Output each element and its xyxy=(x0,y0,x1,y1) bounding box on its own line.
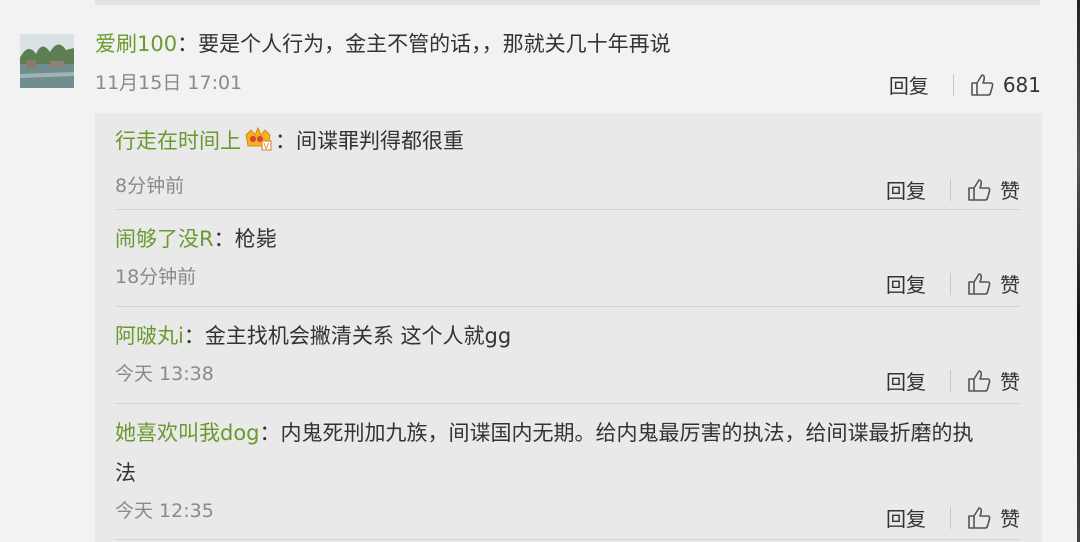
reply-line: 闹够了没R：枪毙 xyxy=(115,219,1020,259)
svg-text:V: V xyxy=(264,142,270,151)
reply-text: 内鬼死刑加九族，间谍国内无期。给内鬼最厉害的执法，给间谍最折磨的执 xyxy=(280,421,974,445)
reply-time: 今天 13:38 xyxy=(115,363,214,385)
action-divider xyxy=(950,506,951,529)
reply-text: 间谍罪判得都很重 xyxy=(296,129,464,153)
reply-username[interactable]: 行走在时间上 xyxy=(115,129,241,153)
list-item: 闹够了没R：枪毙 18分钟前 回复 赞 xyxy=(115,219,1020,307)
thumbs-up-icon[interactable] xyxy=(967,506,992,530)
main-comment-line: 爱刷100：要是个人行为，金主不管的话，，那就关几十年再说 xyxy=(95,30,671,58)
reply-time: 8分钟前 xyxy=(115,175,185,197)
reply-text: 枪毙 xyxy=(234,227,277,251)
reply-list: 行走在时间上 V ：间谍罪判得都很重 8分钟前 回复 赞 闹够了没R：枪毙 18… xyxy=(95,113,1042,542)
reply-username[interactable]: 她喜欢叫我dog xyxy=(115,421,260,445)
thumbs-up-icon[interactable] xyxy=(967,178,992,202)
crown-badge-icon: V xyxy=(243,125,273,165)
reply-button[interactable]: 回复 xyxy=(889,70,929,99)
reply-line: 行走在时间上 V ：间谍罪判得都很重 xyxy=(115,121,1020,165)
reply-actions: 回复 赞 xyxy=(886,503,1020,532)
action-divider xyxy=(950,178,951,201)
reply-actions: 回复 赞 xyxy=(886,269,1020,298)
avatar[interactable] xyxy=(20,34,74,88)
thumbs-up-icon[interactable] xyxy=(970,73,995,97)
reply-button[interactable]: 回复 xyxy=(886,503,926,532)
like-button-label[interactable]: 赞 xyxy=(1000,503,1020,532)
list-item: 她喜欢叫我dog：内鬼死刑加九族，间谍国内无期。给内鬼最厉害的执法，给间谍最折磨… xyxy=(115,413,1020,540)
action-divider xyxy=(950,369,951,392)
like-button-label[interactable]: 赞 xyxy=(1000,269,1020,298)
top-divider xyxy=(95,0,1040,5)
like-count[interactable]: 681 xyxy=(1003,73,1041,97)
reply-separator: ： xyxy=(213,227,235,251)
like-button-label[interactable]: 赞 xyxy=(1000,366,1020,395)
reply-actions: 回复 赞 xyxy=(886,366,1020,395)
like-button-label[interactable]: 赞 xyxy=(1000,175,1020,204)
thumbs-up-icon[interactable] xyxy=(967,272,992,296)
reply-text: 金主找机会撇清关系 这个人就gg xyxy=(204,324,512,348)
reply-separator: ： xyxy=(259,421,281,445)
reply-button[interactable]: 回复 xyxy=(886,366,926,395)
reply-separator: ： xyxy=(275,129,296,153)
reply-time: 18分钟前 xyxy=(115,266,197,288)
reply-actions: 回复 赞 xyxy=(886,175,1020,204)
reply-time: 今天 12:35 xyxy=(115,500,214,522)
reply-separator: ： xyxy=(183,324,205,348)
main-comment-separator: ： xyxy=(177,32,199,56)
reply-button[interactable]: 回复 xyxy=(886,175,926,204)
action-divider xyxy=(950,272,951,295)
reply-text-continued: 法 xyxy=(115,461,136,485)
main-comment-username[interactable]: 爱刷100 xyxy=(95,32,177,56)
main-comment-text: 要是个人行为，金主不管的话，，那就关几十年再说 xyxy=(198,32,671,56)
action-divider xyxy=(952,73,954,96)
thumbs-up-icon[interactable] xyxy=(967,369,992,393)
main-comment-time: 11月15日 17:01 xyxy=(95,72,243,94)
reply-button[interactable]: 回复 xyxy=(886,269,926,298)
main-comment-actions: 回复 681 xyxy=(889,70,1041,99)
list-item: 行走在时间上 V ：间谍罪判得都很重 8分钟前 回复 赞 xyxy=(115,121,1020,210)
reply-username[interactable]: 闹够了没R xyxy=(115,227,214,251)
reply-line: 阿啵丸i：金主找机会撇清关系 这个人就gg xyxy=(115,316,1020,356)
list-item: 阿啵丸i：金主找机会撇清关系 这个人就gg 今天 13:38 回复 赞 xyxy=(115,316,1020,404)
reply-line: 她喜欢叫我dog：内鬼死刑加九族，间谍国内无期。给内鬼最厉害的执法，给间谍最折磨… xyxy=(115,413,1020,453)
reply-username[interactable]: 阿啵丸i xyxy=(115,324,184,348)
